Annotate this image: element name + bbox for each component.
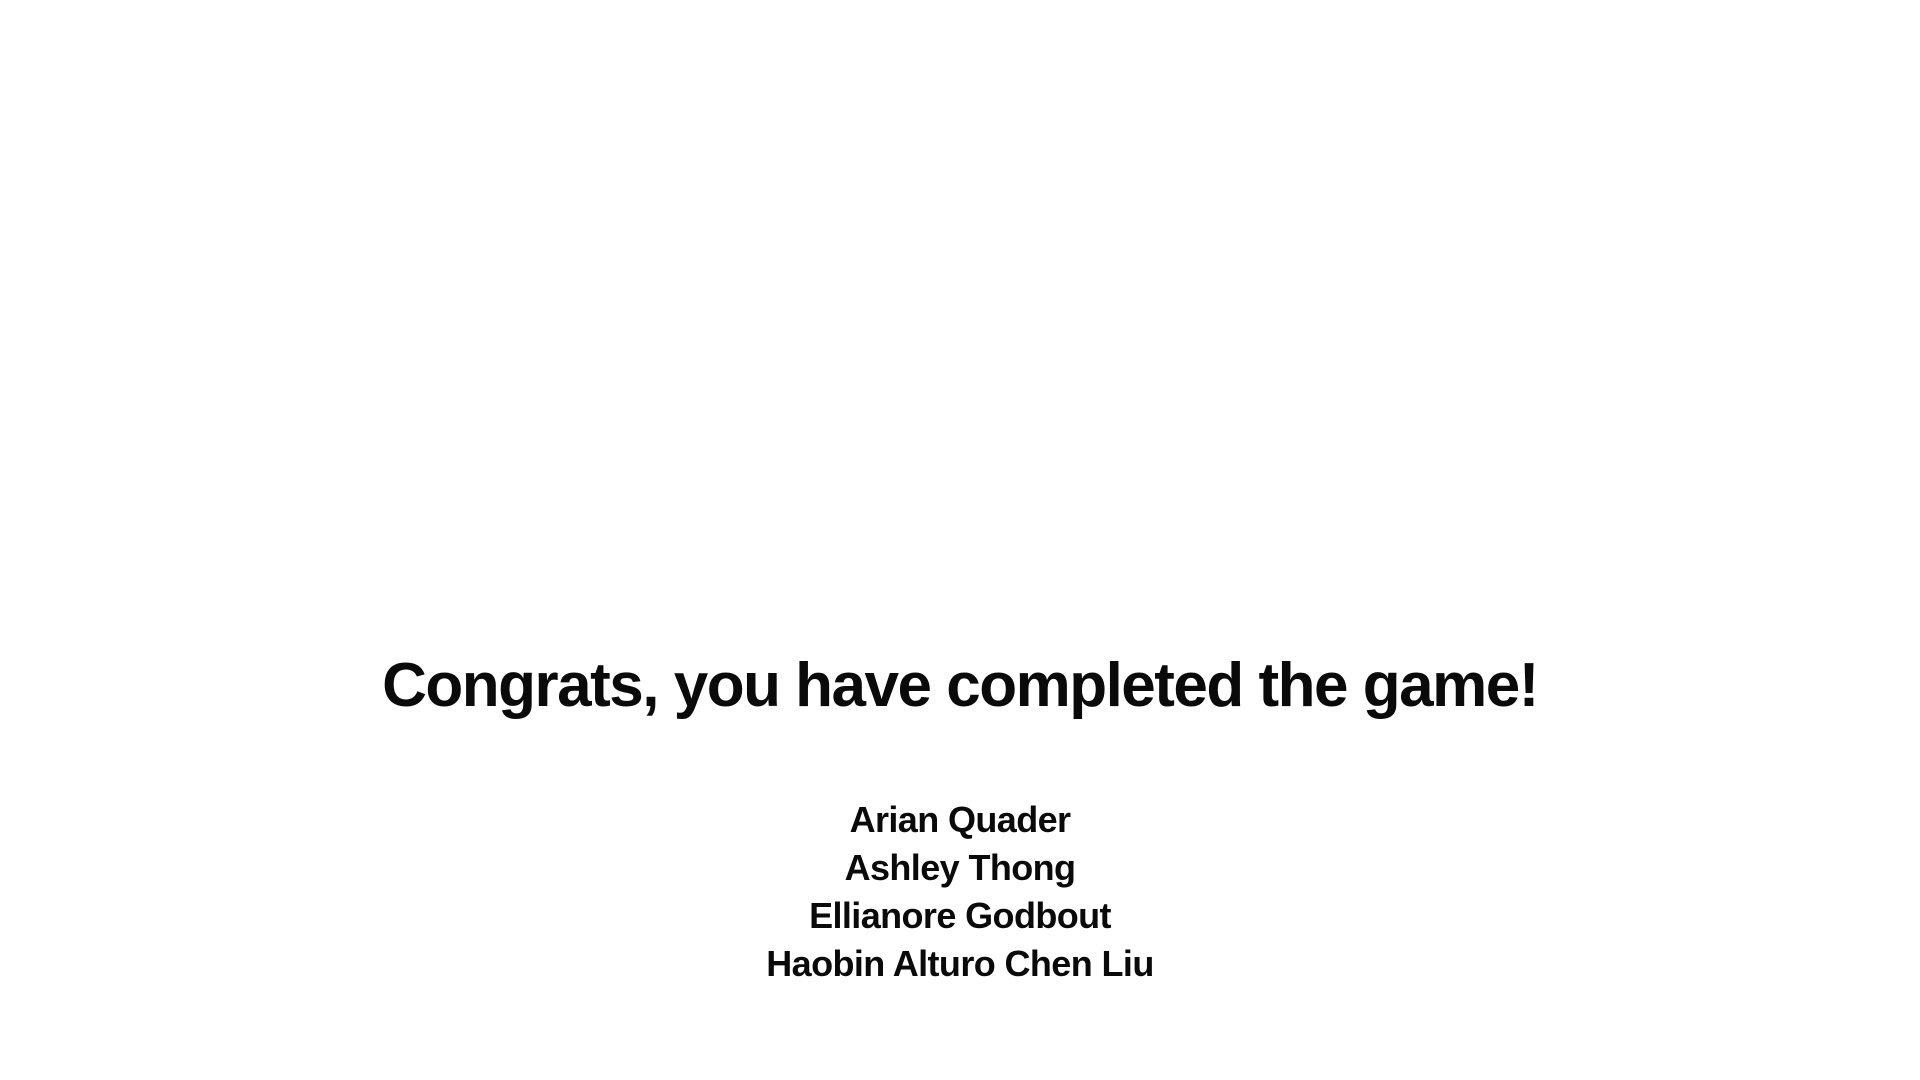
credit-name: Ellianore Godbout bbox=[809, 895, 1111, 936]
credit-name: Ashley Thong bbox=[844, 847, 1076, 888]
credit-name: Haobin Alturo Chen Liu bbox=[766, 943, 1154, 984]
completion-headline: Congrats, you have completed the game! bbox=[382, 651, 1539, 720]
game-end-screen: Congrats, you have completed the game! A… bbox=[0, 0, 1920, 1080]
credit-name: Arian Quader bbox=[849, 799, 1071, 840]
credits-list: Arian Quader Ashley Thong Ellianore Godb… bbox=[0, 796, 1920, 988]
